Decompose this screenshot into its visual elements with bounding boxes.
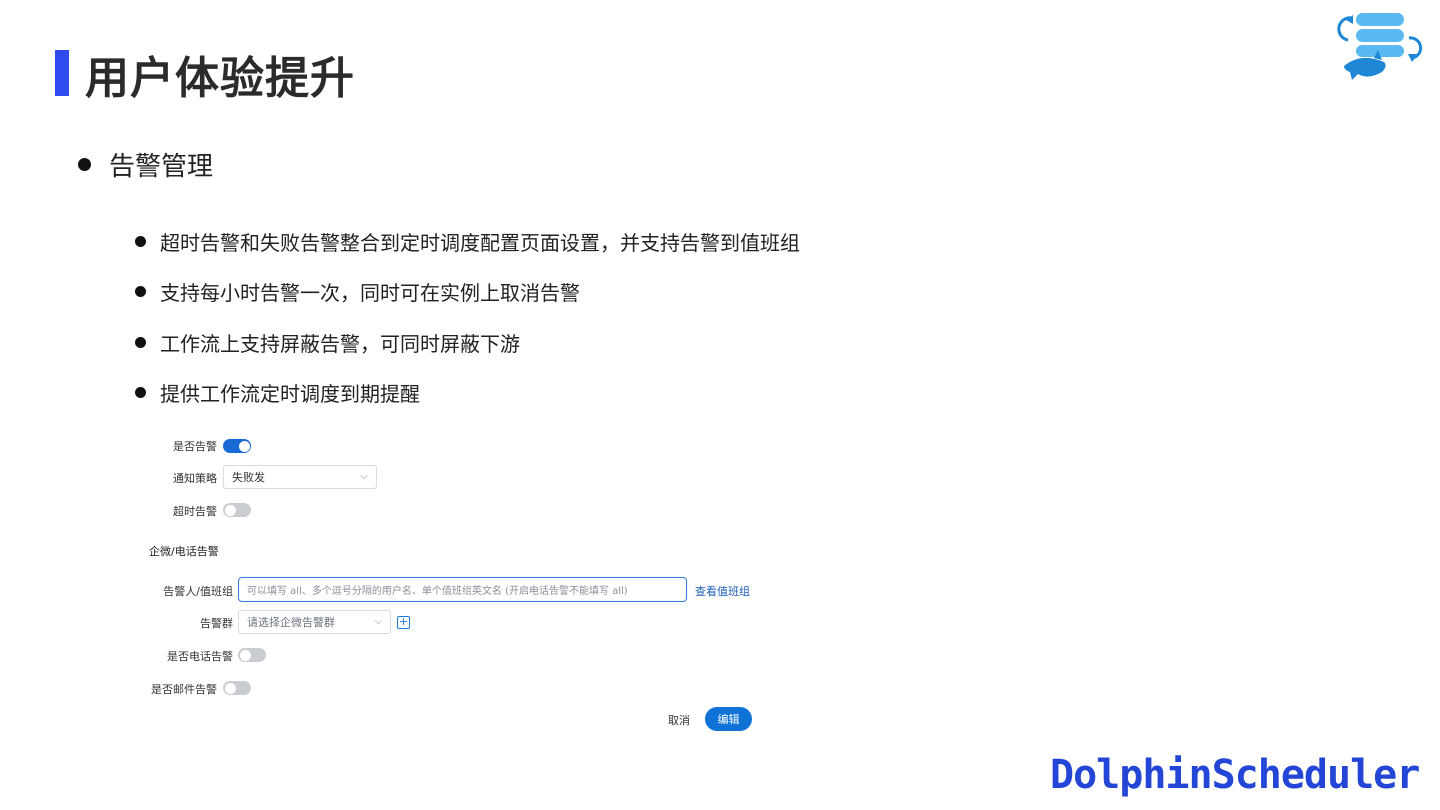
notify-policy-label: 通知策略 xyxy=(173,472,217,485)
email-alert-toggle[interactable] xyxy=(223,681,251,695)
section-heading: 告警管理 xyxy=(78,146,213,183)
notify-policy-value: 失败发 xyxy=(232,471,265,484)
alert-enabled-label: 是否告警 xyxy=(173,440,217,453)
timeout-alert-label: 超时告警 xyxy=(173,505,217,518)
wecom-section-title: 企微/电话告警 xyxy=(149,545,219,558)
list-item: 超时告警和失败告警整合到定时调度配置页面设置，并支持告警到值班组 xyxy=(135,216,800,267)
alert-enabled-toggle[interactable] xyxy=(223,439,251,453)
alert-group-placeholder: 请选择企微告警群 xyxy=(247,616,335,629)
list-item: 工作流上支持屏蔽告警，可同时屏蔽下游 xyxy=(135,317,800,368)
chevron-down-icon: ⌵ xyxy=(360,471,368,482)
recipients-input[interactable]: 可以填写 all、多个逗号分隔的用户名、单个值班组英文名 (开启电话告警不能填写… xyxy=(238,577,687,602)
timeout-alert-toggle[interactable] xyxy=(223,503,251,517)
bullet-dot xyxy=(135,286,146,298)
add-alert-group-button[interactable]: + xyxy=(397,616,410,629)
phone-alert-label: 是否电话告警 xyxy=(167,650,233,663)
toggle-knob xyxy=(224,682,236,694)
toggle-knob xyxy=(224,504,236,516)
bullet-dot xyxy=(135,235,146,247)
feature-list: 超时告警和失败告警整合到定时调度配置页面设置，并支持告警到值班组 支持每小时告警… xyxy=(135,216,800,418)
view-duty-group-link[interactable]: 查看值班组 xyxy=(695,583,750,599)
list-item: 支持每小时告警一次，同时可在实例上取消告警 xyxy=(135,267,800,318)
page-title: 用户体验提升 xyxy=(85,53,355,104)
email-alert-label: 是否邮件告警 xyxy=(151,683,217,696)
alert-group-select[interactable]: 请选择企微告警群 ⌵ xyxy=(238,610,391,634)
list-item-text: 工作流上支持屏蔽告警，可同时屏蔽下游 xyxy=(160,331,520,356)
bullet-dot xyxy=(135,336,146,348)
toggle-knob xyxy=(238,440,250,452)
brand-logo-text: DolphinScheduler xyxy=(1050,752,1420,798)
alert-group-label: 告警群 xyxy=(200,617,233,630)
list-item-text: 提供工作流定时调度到期提醒 xyxy=(160,382,420,407)
cancel-button[interactable]: 取消 xyxy=(668,712,690,728)
phone-alert-toggle[interactable] xyxy=(238,648,266,662)
recipients-label: 告警人/值班组 xyxy=(163,585,233,598)
list-item: 提供工作流定时调度到期提醒 xyxy=(135,368,800,419)
notify-policy-select[interactable]: 失败发 ⌵ xyxy=(223,465,377,489)
list-item-text: 超时告警和失败告警整合到定时调度配置页面设置，并支持告警到值班组 xyxy=(160,230,800,255)
bullet-dot xyxy=(135,387,146,399)
bullet-dot xyxy=(78,158,91,171)
toggle-knob xyxy=(239,649,251,661)
edit-button[interactable]: 编辑 xyxy=(705,707,752,731)
title-accent-bar xyxy=(55,50,69,96)
recipients-placeholder: 可以填写 all、多个逗号分隔的用户名、单个值班组英文名 (开启电话告警不能填写… xyxy=(247,586,628,597)
dolphin-database-logo-icon xyxy=(1337,13,1423,80)
chevron-down-icon: ⌵ xyxy=(374,616,382,627)
section-heading-label: 告警管理 xyxy=(109,152,214,182)
list-item-text: 支持每小时告警一次，同时可在实例上取消告警 xyxy=(160,281,580,306)
